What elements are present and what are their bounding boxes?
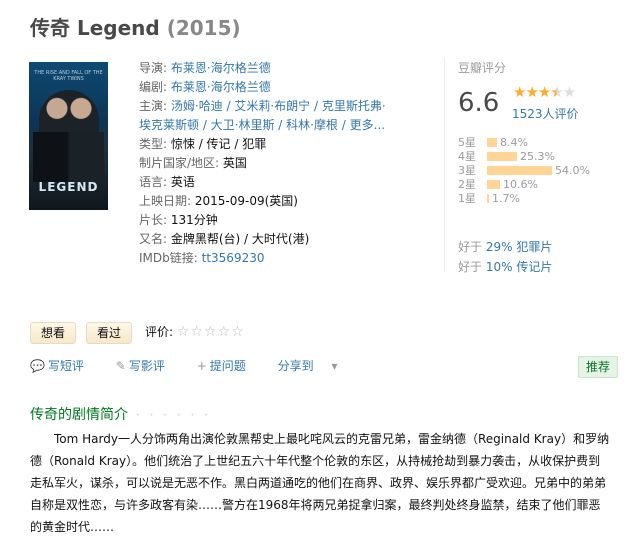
cast-link-line1[interactable]: 汤姆·哈迪 / 艾米莉·布朗宁 / 克里斯托弗· [171, 99, 386, 113]
divider [444, 58, 445, 272]
rating-distribution: 5星 8.4% 4星 25.3% 3星 54.0% 2星 10.6% 1星 1.7% [458, 135, 590, 206]
director-link[interactable]: 布莱恩·海尔格兰德 [171, 61, 271, 75]
genre-label: 类型: [139, 137, 168, 151]
share-button[interactable]: 分享到 ▾ [278, 359, 341, 373]
language-value: 英语 [170, 175, 195, 189]
genre-value: 惊悚 / 传记 / 犯罪 [170, 137, 267, 151]
rating-row: 3星 54.0% [458, 163, 590, 178]
aka-value: 金牌黑帮(台) / 大时代(港) [170, 232, 310, 246]
pencil-icon: ✎ [115, 359, 126, 373]
rating-bar [487, 137, 497, 147]
imdb-label: IMDb链接: [139, 251, 198, 265]
rating-heading: 豆瓣评分 [458, 61, 507, 75]
page-title: 传奇 Legend (2015) [30, 12, 241, 41]
rating-row-percent: 25.3% [520, 149, 555, 163]
rating-row: 1星 1.7% [458, 191, 590, 206]
runtime-label: 片长: [139, 213, 168, 227]
cast-label: 主演: [139, 99, 168, 113]
imdb-link[interactable]: tt3569230 [202, 251, 265, 265]
write-short-review-button[interactable]: 💬 写短评 [30, 359, 98, 373]
rating-row: 2星 10.6% [458, 177, 590, 192]
poster-faces [39, 90, 99, 136]
language-label: 语言: [139, 175, 168, 189]
rating-bar [487, 165, 552, 175]
rating-row-percent: 10.6% [503, 177, 538, 191]
rating-row-percent: 54.0% [555, 163, 590, 177]
poster-suits [33, 132, 104, 182]
rating-count-link[interactable]: 1523人评价 [512, 105, 579, 122]
rating-stars-icon: ★★★★★ [513, 83, 576, 101]
better-than-crime-link[interactable]: 29% 犯罪片 [486, 240, 553, 254]
plus-icon: + [196, 359, 207, 373]
action-bar: 💬 写短评 ✎ 写影评 + 提问题 分享到 ▾ [30, 357, 354, 374]
write-review-button[interactable]: ✎ 写影评 [116, 359, 179, 373]
ask-question-button[interactable]: + 提问题 [197, 359, 260, 373]
rating-bar [487, 193, 489, 203]
movie-info: 导演: 布莱恩·海尔格兰德 编剧: 布莱恩·海尔格兰德 主演: 汤姆·哈迪 / … [139, 59, 429, 268]
movie-title: 传奇 Legend [30, 16, 160, 40]
heading-dots: · · · · · · [136, 408, 211, 422]
recommend-button[interactable]: 推荐 [578, 356, 619, 378]
release-value: 2015-09-09(英国) [194, 194, 298, 208]
runtime-value: 131分钟 [170, 213, 218, 227]
rating-row-label: 1星 [458, 192, 476, 205]
rating-row: 4星 25.3% [458, 149, 590, 164]
rating-row-percent: 8.4% [500, 135, 528, 149]
movie-poster[interactable]: THE RISE AND FALL OF THE KRAY TWINS LEGE… [29, 62, 108, 210]
watched-button[interactable]: 看过 [86, 322, 133, 344]
poster-title: LEGEND [38, 180, 99, 194]
rate-label: 评价: [145, 325, 174, 339]
country-value: 英国 [222, 156, 247, 170]
rating-row: 5星 8.4% [458, 135, 590, 150]
rating-panel: 豆瓣评分 6.6 ★★★★★ 1523人评价 5星 8.4% 4星 25.3% 3星 54… [458, 59, 628, 274]
cast-link-line2[interactable]: 埃克莱斯顿 / 大卫·林里斯 / 科林·摩根 / 更多... [139, 118, 385, 132]
rating-bar [487, 151, 517, 161]
rate-stars-icon[interactable]: ☆☆☆☆☆ [177, 324, 245, 340]
aka-label: 又名: [139, 232, 168, 246]
release-label: 上映日期: [139, 194, 192, 208]
writer-label: 编剧: [139, 80, 168, 94]
movie-year: (2015) [166, 16, 241, 40]
summary-heading: 传奇的剧情简介 · · · · · · [30, 407, 211, 423]
user-rating: 评价: ☆☆☆☆☆ [145, 323, 245, 340]
chevron-down-icon: ▾ [331, 359, 338, 373]
better-than-biography-link[interactable]: 10% 传记片 [486, 260, 553, 274]
director-label: 导演: [139, 61, 168, 75]
want-to-watch-button[interactable]: 想看 [30, 322, 77, 344]
poster-tagline: THE RISE AND FALL OF THE KRAY TWINS [34, 70, 103, 82]
chat-icon: 💬 [30, 359, 45, 373]
rating-row-percent: 1.7% [492, 191, 520, 205]
rating-score: 6.6 [458, 88, 500, 118]
country-label: 制片国家/地区: [139, 156, 220, 170]
rating-bar [487, 179, 500, 189]
summary-text: Tom Hardy一人分饰两角出演伦敦黑帮史上最叱咤风云的克雷兄弟，雷金纳德（R… [30, 432, 610, 534]
rating-comparison: 好于 29% 犯罪片 好于 10% 传记片 [458, 240, 553, 274]
writer-link[interactable]: 布莱恩·海尔格兰德 [171, 80, 271, 94]
